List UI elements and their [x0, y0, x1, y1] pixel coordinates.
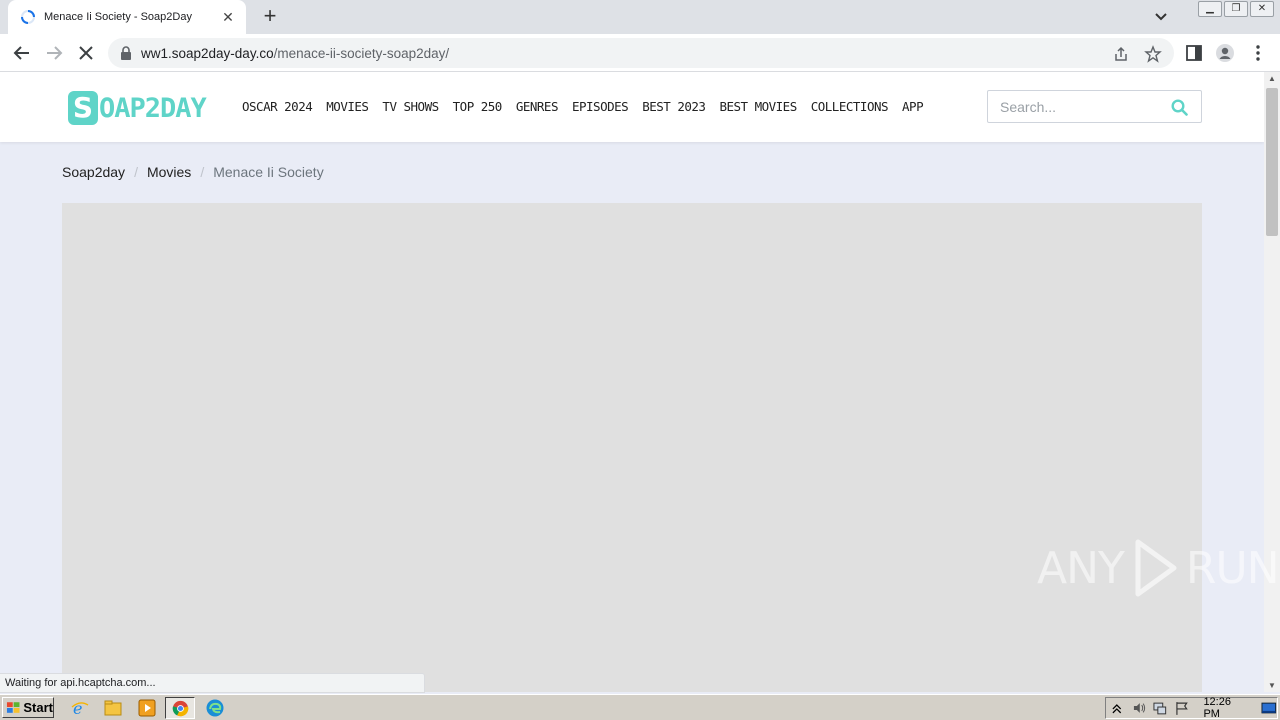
taskbar: Start e 12:26 PM	[0, 694, 1280, 720]
breadcrumb-movies[interactable]: Movies	[147, 164, 191, 180]
show-desktop-icon[interactable]	[1261, 700, 1277, 716]
windows-logo-icon	[6, 701, 20, 713]
bookmark-star-icon[interactable]	[1144, 45, 1162, 63]
tab-strip: Menace Ii Society - Soap2Day ✕ + ▁ ❐ ✕	[0, 0, 1280, 34]
search-input[interactable]	[988, 91, 1168, 122]
breadcrumb-home[interactable]: Soap2day	[62, 164, 125, 180]
url-path: /menace-ii-society-soap2day/	[273, 45, 450, 61]
logo-text: OAP2DAY	[99, 92, 207, 124]
scroll-up-arrow-icon[interactable]: ▲	[1268, 74, 1276, 83]
profile-avatar-icon[interactable]	[1215, 43, 1235, 63]
svg-text:e: e	[73, 699, 82, 718]
close-window-button[interactable]: ✕	[1250, 1, 1274, 17]
more-menu-icon[interactable]	[1248, 43, 1268, 63]
browser-toolbar: ww1.soap2day-day.co/menace-ii-society-so…	[0, 34, 1280, 72]
side-panel-icon[interactable]	[1184, 43, 1204, 63]
scroll-down-arrow-icon[interactable]: ▼	[1268, 681, 1276, 690]
chevron-up-icon[interactable]	[1109, 700, 1125, 716]
nav-item-app[interactable]: APP	[902, 99, 924, 114]
forward-arrow-icon[interactable]	[42, 41, 66, 65]
site-header: S OAP2DAY OSCAR 2024 MOVIES TV SHOWS TOP…	[0, 72, 1264, 142]
internet-explorer-icon[interactable]: e	[70, 698, 90, 718]
system-tray: 12:26 PM	[1105, 696, 1278, 720]
loading-spinner-icon	[21, 10, 35, 24]
breadcrumb-separator: /	[134, 164, 138, 180]
new-tab-button[interactable]: +	[258, 5, 282, 29]
watermark-text-left: ANY	[1037, 542, 1125, 594]
breadcrumb-current: Menace Ii Society	[213, 164, 324, 180]
address-bar[interactable]: ww1.soap2day-day.co/menace-ii-society-so…	[108, 38, 1174, 68]
back-arrow-icon[interactable]	[10, 41, 34, 65]
breadcrumb-separator: /	[200, 164, 205, 180]
nav-item-episodes[interactable]: EPISODES	[572, 99, 629, 114]
start-label: Start	[23, 700, 53, 715]
url-host: ww1.soap2day-day.co	[141, 45, 274, 61]
scroll-thumb[interactable]	[1266, 88, 1278, 236]
play-triangle-icon	[1135, 539, 1177, 597]
media-player-icon[interactable]	[137, 698, 157, 718]
edge-icon[interactable]	[205, 698, 225, 718]
volume-icon[interactable]	[1131, 700, 1147, 716]
taskbar-clock[interactable]: 12:26 PM	[1203, 696, 1249, 720]
status-bubble: Waiting for api.hcaptcha.com...	[0, 673, 425, 693]
breadcrumb: Soap2day / Movies / Menace Ii Society	[62, 164, 324, 180]
share-icon[interactable]	[1112, 45, 1130, 63]
site-logo[interactable]: S OAP2DAY	[68, 90, 207, 126]
main-nav: OSCAR 2024 MOVIES TV SHOWS TOP 250 GENRE…	[242, 99, 937, 114]
nav-item-collections[interactable]: COLLECTIONS	[811, 99, 889, 114]
chevron-down-icon[interactable]	[1152, 8, 1170, 26]
search-icon[interactable]	[1171, 99, 1188, 116]
nav-item-best-movies[interactable]: BEST MOVIES	[719, 99, 797, 114]
logo-mark: S	[68, 91, 98, 125]
page-scrollbar[interactable]: ▲ ▼	[1264, 72, 1280, 692]
minimize-button[interactable]: ▁	[1198, 1, 1222, 17]
network-icon[interactable]	[1152, 700, 1168, 716]
chrome-taskbar-button[interactable]	[165, 697, 195, 719]
nav-item-best-2023[interactable]: BEST 2023	[642, 99, 706, 114]
action-center-flag-icon[interactable]	[1174, 700, 1190, 716]
tab-title: Menace Ii Society - Soap2Day	[44, 11, 192, 23]
page-viewport: S OAP2DAY OSCAR 2024 MOVIES TV SHOWS TOP…	[0, 72, 1264, 692]
nav-item-oscar-2024[interactable]: OSCAR 2024	[242, 99, 313, 114]
start-button[interactable]: Start	[2, 697, 54, 718]
nav-item-genres[interactable]: GENRES	[516, 99, 559, 114]
file-explorer-icon[interactable]	[103, 698, 123, 718]
lock-icon[interactable]	[120, 46, 132, 60]
restore-button[interactable]: ❐	[1224, 1, 1248, 17]
nav-item-top-250[interactable]: TOP 250	[453, 99, 503, 114]
watermark-text-right: RUN	[1185, 542, 1280, 594]
nav-item-tv-shows[interactable]: TV SHOWS	[382, 99, 439, 114]
anyrun-watermark: ANY RUN	[1037, 538, 1280, 598]
tab-close-icon[interactable]: ✕	[220, 9, 236, 26]
nav-item-movies[interactable]: MOVIES	[326, 99, 369, 114]
chrome-icon	[172, 700, 189, 717]
stop-loading-icon[interactable]	[74, 41, 98, 65]
site-search	[987, 90, 1202, 123]
browser-tab[interactable]: Menace Ii Society - Soap2Day ✕	[8, 0, 246, 34]
window-controls: ▁ ❐ ✕	[1198, 1, 1274, 17]
video-player-placeholder[interactable]	[62, 203, 1202, 692]
